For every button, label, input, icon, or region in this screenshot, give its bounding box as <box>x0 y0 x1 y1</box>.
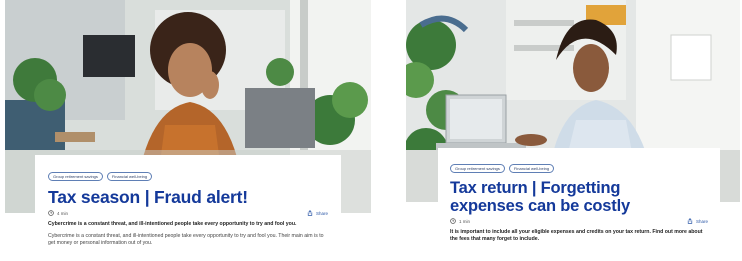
article-card-tax-fraud[interactable]: Group retirement savings Financial well-… <box>5 0 371 261</box>
article-title-line-2: expenses can be costly <box>450 197 630 215</box>
clock-icon <box>48 210 54 216</box>
article-card-tax-return[interactable]: Group retirement savings Financial well-… <box>406 0 740 261</box>
article-meta: 4 min Share <box>48 210 328 216</box>
share-button[interactable]: Share <box>687 218 708 224</box>
read-time: 4 min <box>57 210 69 216</box>
share-label: Share <box>315 210 328 216</box>
tag-list: Group retirement savings Financial well-… <box>450 164 708 173</box>
clock-icon <box>450 218 456 224</box>
article-body: Cybercrime is a constant threat, and ill… <box>48 233 324 246</box>
article-title[interactable]: Tax season | Fraud alert! <box>48 187 328 207</box>
tag-list: Group retirement savings Financial well-… <box>48 172 328 181</box>
read-time: 1 min <box>459 218 471 224</box>
tag-group-retirement[interactable]: Group retirement savings <box>48 172 103 181</box>
tag-financial-wellbeing[interactable]: Financial well-being <box>106 172 153 181</box>
share-button[interactable]: Share <box>307 210 328 216</box>
article-title[interactable]: Tax return | Forgetting expenses can be … <box>450 179 708 215</box>
tag-financial-wellbeing[interactable]: Financial well-being <box>508 164 555 173</box>
share-label: Share <box>695 218 708 224</box>
tag-group-retirement[interactable]: Group retirement savings <box>450 164 505 173</box>
share-icon <box>307 210 313 216</box>
article-lead: Cybercrime is a constant threat, and ill… <box>48 221 297 227</box>
share-icon <box>687 218 693 224</box>
article-meta: 1 min Share <box>450 218 708 224</box>
article-text-panel: Group retirement savings Financial well-… <box>438 148 720 261</box>
article-lead: It is important to include all your elig… <box>450 229 703 242</box>
article-title-line-1: Tax return | Forgetting <box>450 179 621 197</box>
article-text-panel: Group retirement savings Financial well-… <box>35 155 341 261</box>
